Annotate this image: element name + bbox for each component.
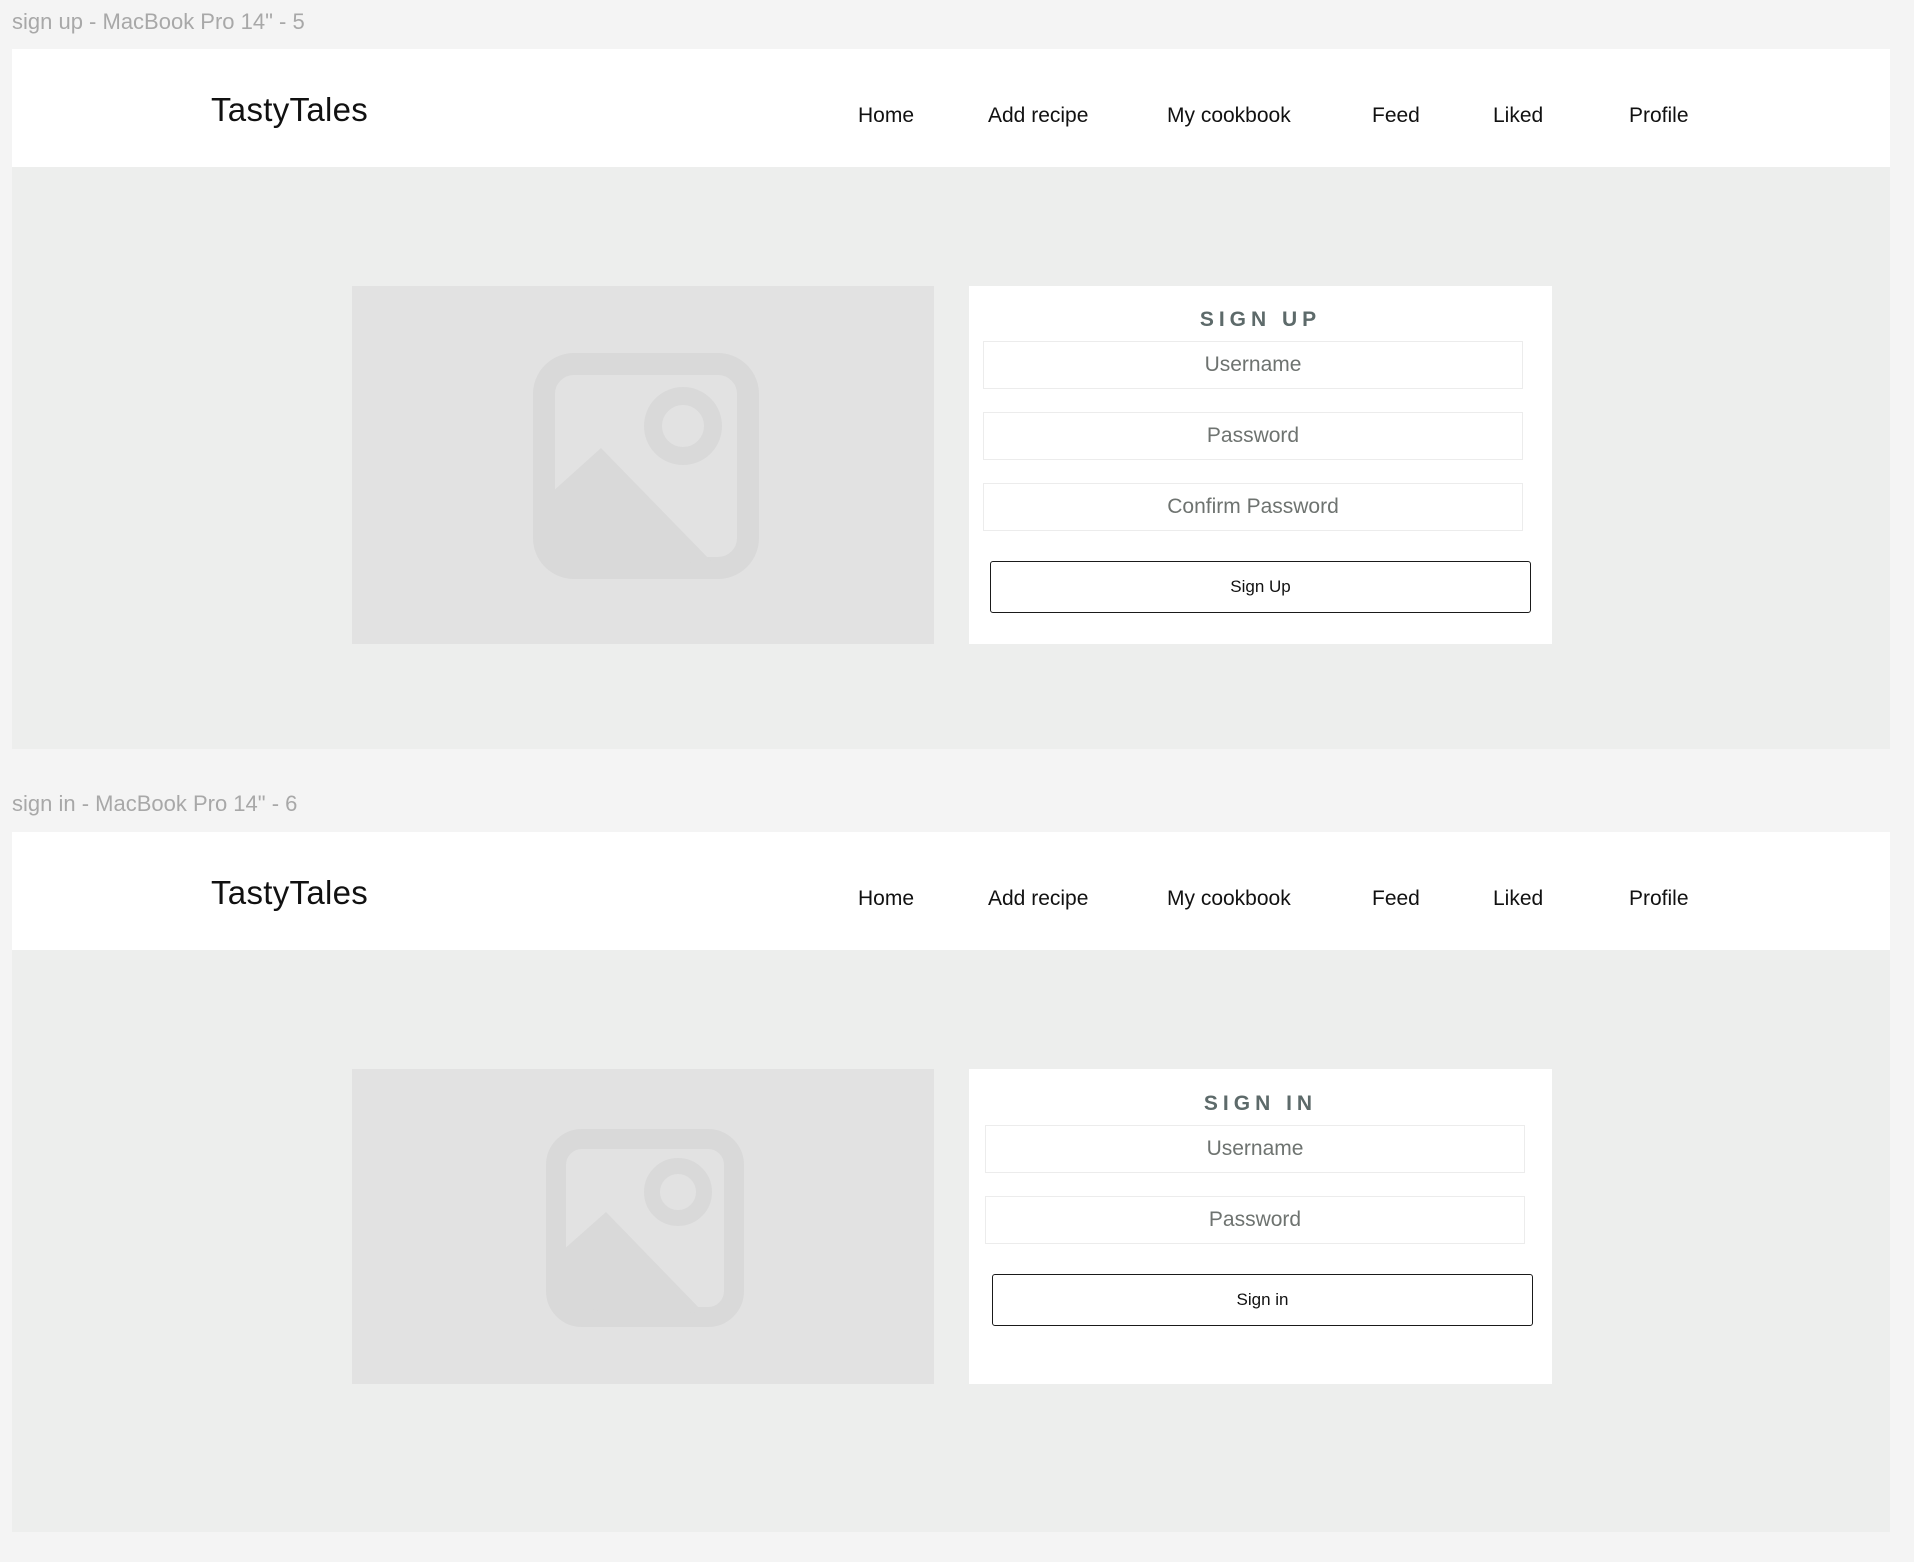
nav-my-cookbook[interactable]: My cookbook [1167, 888, 1291, 909]
frame-sign-up: TastyTales Home Add recipe My cookbook F… [12, 49, 1890, 749]
nav-profile[interactable]: Profile [1629, 105, 1689, 126]
sign-in-card: SIGN IN Username Password Sign in [969, 1069, 1552, 1384]
frame-sign-in: TastyTales Home Add recipe My cookbook F… [12, 832, 1890, 1532]
nav-home[interactable]: Home [858, 888, 914, 909]
form-title: SIGN IN [1203, 1092, 1318, 1115]
sign-up-button[interactable]: Sign Up [990, 561, 1531, 613]
password-field[interactable]: Password [983, 412, 1523, 460]
password-field[interactable]: Password [985, 1196, 1525, 1244]
nav-add-recipe[interactable]: Add recipe [988, 105, 1088, 126]
form-title: SIGN UP [1199, 308, 1322, 331]
sign-in-button[interactable]: Sign in [992, 1274, 1533, 1326]
nav-my-cookbook[interactable]: My cookbook [1167, 105, 1291, 126]
navbar: TastyTales Home Add recipe My cookbook F… [12, 49, 1890, 167]
nav-home[interactable]: Home [858, 105, 914, 126]
sign-up-card: SIGN UP Username Password Confirm Passwo… [969, 286, 1552, 644]
confirm-password-field[interactable]: Confirm Password [983, 483, 1523, 531]
image-placeholder-icon [533, 353, 759, 579]
nav-liked[interactable]: Liked [1493, 888, 1543, 909]
hero-image-placeholder [352, 286, 934, 644]
nav-add-recipe[interactable]: Add recipe [988, 888, 1088, 909]
username-field[interactable]: Username [983, 341, 1523, 389]
nav-feed[interactable]: Feed [1372, 105, 1420, 126]
frame-label-sign-up: sign up - MacBook Pro 14" - 5 [12, 9, 305, 34]
nav-feed[interactable]: Feed [1372, 888, 1420, 909]
nav-profile[interactable]: Profile [1629, 888, 1689, 909]
nav-liked[interactable]: Liked [1493, 105, 1543, 126]
logo[interactable]: TastyTales [211, 876, 368, 909]
hero-image-placeholder [352, 1069, 934, 1384]
logo[interactable]: TastyTales [211, 93, 368, 126]
username-field[interactable]: Username [985, 1125, 1525, 1173]
image-placeholder-icon [546, 1129, 744, 1327]
navbar: TastyTales Home Add recipe My cookbook F… [12, 832, 1890, 950]
frame-label-sign-in: sign in - MacBook Pro 14" - 6 [12, 791, 298, 816]
